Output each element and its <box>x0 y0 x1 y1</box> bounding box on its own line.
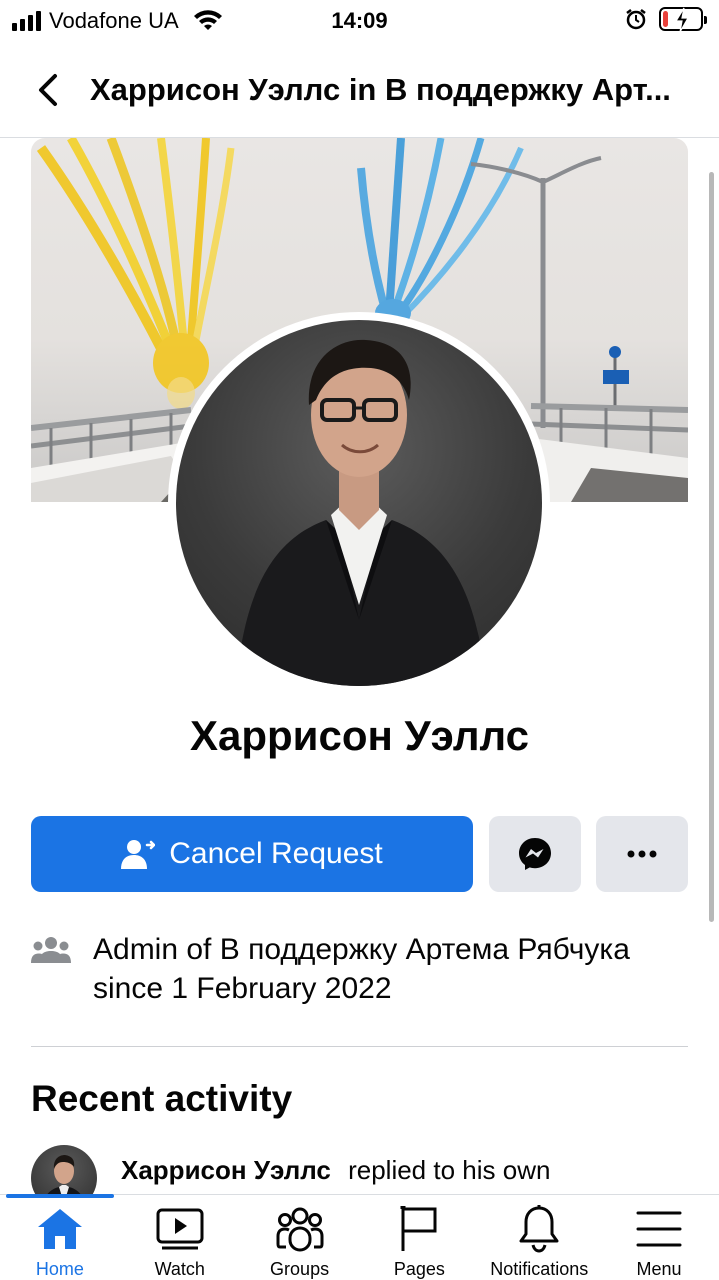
admin-group-link[interactable]: В поддержку Артема Рябчука <box>220 933 630 966</box>
scrollbar[interactable] <box>709 172 714 922</box>
tab-home[interactable]: Home <box>0 1194 120 1280</box>
recent-activity-title: Recent activity <box>31 1078 293 1119</box>
cancel-request-button[interactable]: Cancel Request <box>31 816 473 892</box>
carrier-name: Vodafone UA <box>49 8 179 33</box>
tab-watch-label: Watch <box>154 1259 205 1279</box>
chevron-left-icon <box>39 74 57 106</box>
admin-since: since 1 February 2022 <box>93 972 392 1005</box>
person-portrait-illustration <box>236 339 486 686</box>
status-right <box>625 7 707 33</box>
tab-menu[interactable]: Menu <box>599 1195 719 1280</box>
watch-icon <box>156 1205 204 1253</box>
more-options-button[interactable] <box>596 816 688 892</box>
battery-icon <box>659 7 707 33</box>
pages-icon <box>399 1205 439 1253</box>
tab-pages-label: Pages <box>393 1259 445 1279</box>
menu-icon <box>636 1205 682 1253</box>
tab-pages[interactable]: Pages <box>359 1195 479 1280</box>
activity-actor[interactable]: Харрисон Уэллс <box>121 1155 331 1185</box>
header-title: Харрисон Уэллс in В поддержку Арт... <box>90 72 671 107</box>
activity-action: replied to his own <box>348 1155 551 1185</box>
messenger-button[interactable] <box>489 816 581 892</box>
groups-tab-icon <box>276 1205 324 1253</box>
cancel-request-label: Cancel Request <box>169 837 383 870</box>
tab-notifications[interactable]: Notifications <box>479 1195 599 1280</box>
more-dots-icon <box>627 850 657 858</box>
profile-photo <box>176 320 542 686</box>
cellular-signal-icon <box>12 11 41 31</box>
back-button[interactable] <box>28 70 68 110</box>
tab-watch[interactable]: Watch <box>120 1195 240 1280</box>
profile-picture[interactable] <box>168 312 550 694</box>
status-bar: Vodafone UA 14:09 <box>0 0 719 42</box>
tab-menu-label: Menu <box>636 1259 682 1279</box>
tab-notifications-label: Notifications <box>490 1259 589 1279</box>
admin-info: Admin of В поддержку Артема Рябчука sinc… <box>31 930 671 1008</box>
groups-icon <box>31 930 83 1008</box>
messenger-icon <box>519 838 551 870</box>
status-left: Vodafone UA <box>12 8 223 34</box>
tab-groups[interactable]: Groups <box>240 1195 360 1280</box>
alarm-icon <box>626 9 646 30</box>
charging-bolt-icon <box>674 7 690 33</box>
top-header: Харрисон Уэллс in В поддержку Арт... <box>0 52 719 138</box>
admin-info-text: Admin of В поддержку Артема Рябчука sinc… <box>93 930 653 1008</box>
friend-request-sent-icon <box>121 840 156 869</box>
divider <box>31 1046 688 1047</box>
profile-name: Харрисон Уэллс <box>190 712 529 759</box>
admin-prefix: Admin of <box>93 933 212 966</box>
battery-level <box>663 11 668 27</box>
tab-home-label: Home <box>35 1259 84 1279</box>
bottom-tab-bar: Home Watch Groups Pages Notifications Me… <box>0 1194 719 1280</box>
bell-icon <box>518 1205 560 1253</box>
wifi-icon <box>193 10 222 30</box>
activity-text: Харрисон Уэллс replied to his own <box>121 1155 681 1186</box>
tab-groups-label: Groups <box>270 1259 330 1279</box>
home-icon <box>36 1205 84 1253</box>
facebook-profile-screen: Vodafone UA 14:09 Харрисон Уэллс in В по… <box>0 0 719 1280</box>
